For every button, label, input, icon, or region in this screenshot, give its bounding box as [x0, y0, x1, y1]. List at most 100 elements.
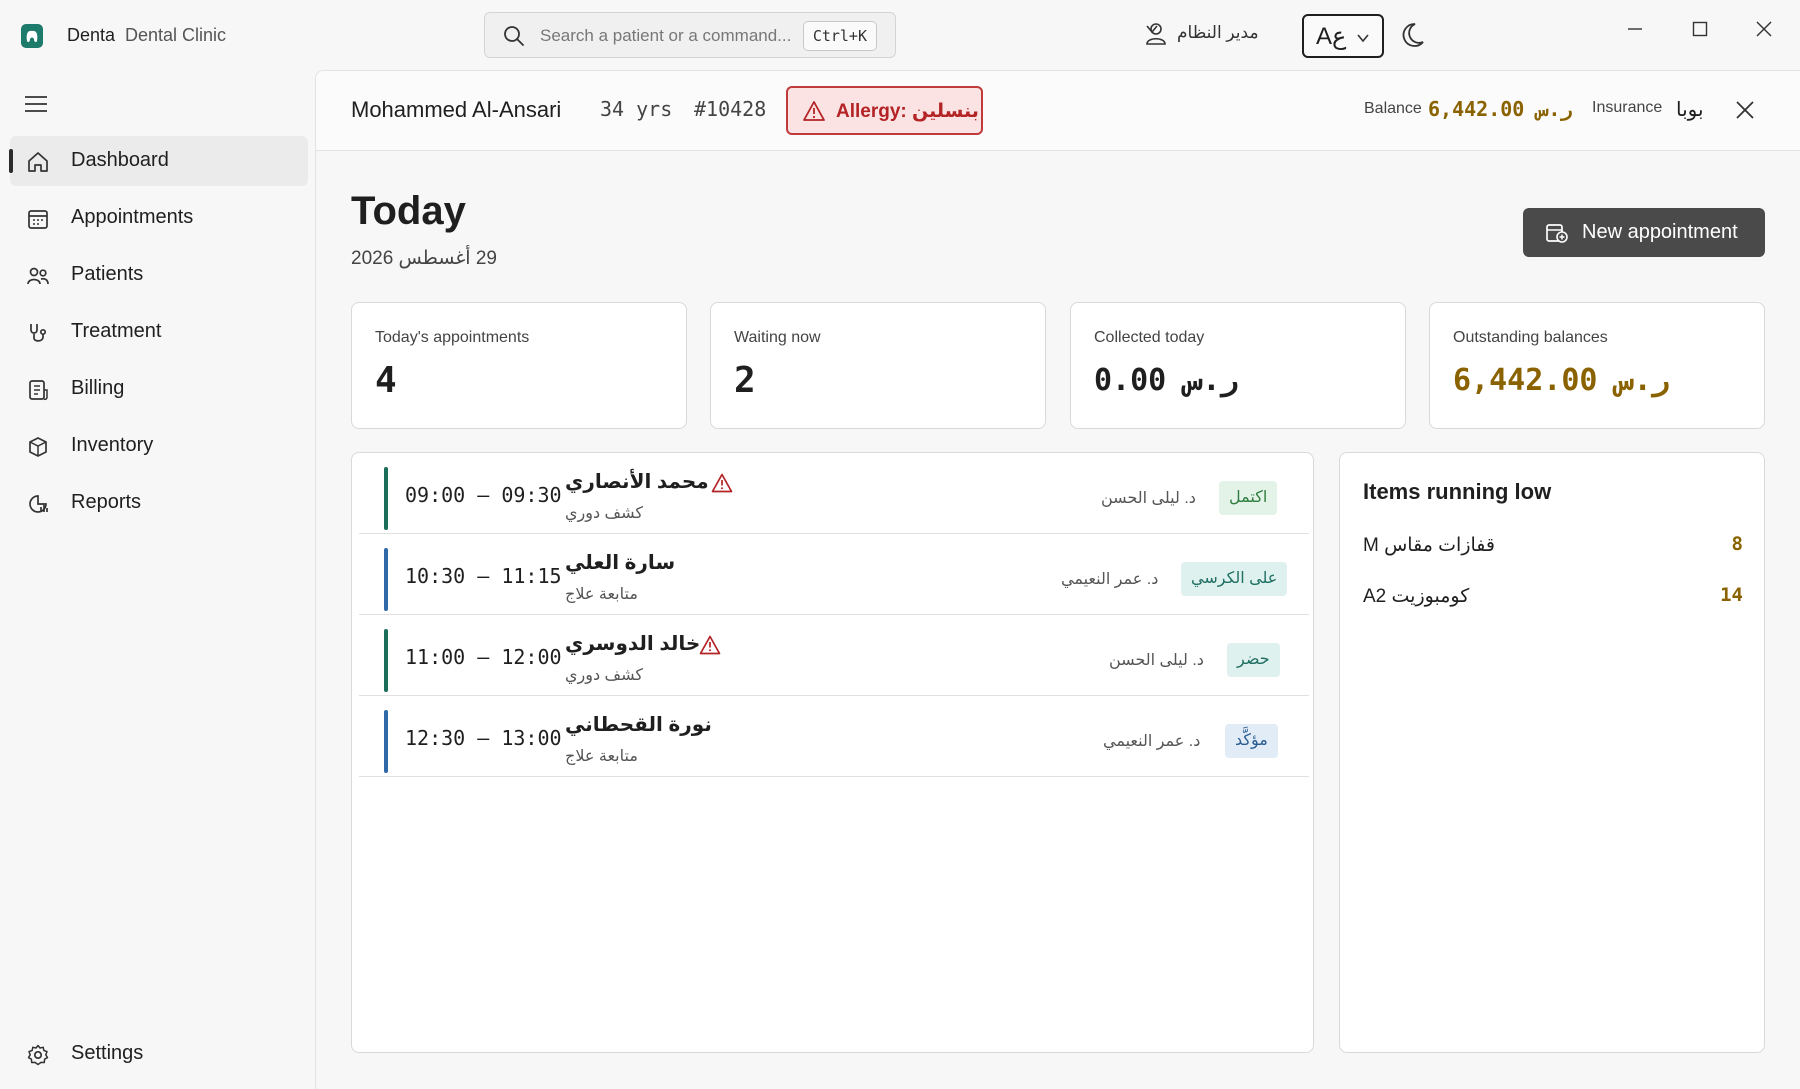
calendar-icon: [28, 210, 48, 229]
appointment-status-badge: على الكرسي: [1181, 562, 1288, 596]
insurance-label: Insurance: [1592, 99, 1663, 116]
appointment-doctor: د. ليلى الحسن: [1109, 652, 1204, 669]
allergy-badge: Allergy: بنسلين: [786, 86, 983, 135]
people-icon: [27, 267, 49, 285]
stethoscope-icon: [30, 324, 47, 342]
appointment-time: 10:30 – 11:15: [405, 564, 562, 588]
new-appointment-label: New appointment: [1582, 221, 1738, 243]
appointment-status-bar: [384, 629, 388, 692]
calendar-add-icon: [1546, 224, 1568, 243]
low-stock-item[interactable]: قفازات مقاس M 8: [1363, 531, 1743, 561]
low-stock-item-name: كومبوزيت A2: [1363, 586, 1470, 607]
low-stock-item-qty: 8: [1731, 533, 1743, 555]
low-stock-title: Items running low: [1363, 479, 1552, 504]
minimize-icon: [1628, 28, 1642, 30]
appointment-row[interactable]: 10:30 – 11:15 سارة العلي متابعة علاج د. …: [359, 534, 1309, 615]
sidebar-item-appointments[interactable]: Appointments: [10, 193, 308, 243]
warning-icon: [803, 101, 825, 121]
chevron-down-icon: [1146, 25, 1158, 34]
home-icon: [28, 152, 48, 172]
balance-label: Balance: [1364, 100, 1422, 117]
stat-label: Waiting now: [734, 329, 821, 346]
appointment-patient: خالد الدوسري: [565, 633, 701, 655]
sidebar-item-label: Inventory: [71, 434, 154, 456]
appointment-row[interactable]: 11:00 – 12:00 خالد الدوسري كشف دوري د. ل…: [359, 615, 1309, 696]
user-name: مدير النظام: [1177, 23, 1259, 42]
sidebar-item-patients[interactable]: Patients: [10, 250, 308, 300]
language-button[interactable]: Aع: [1302, 14, 1384, 58]
minimize-button[interactable]: [1620, 14, 1650, 44]
maximize-icon: [1692, 21, 1708, 37]
close-icon[interactable]: [1734, 99, 1756, 121]
appointment-patient: نورة القحطاني: [565, 714, 712, 736]
appointment-status-bar: [384, 467, 388, 530]
appointment-doctor: د. ليلى الحسن: [1101, 490, 1196, 507]
low-stock-item-qty: 14: [1720, 584, 1743, 606]
stat-label: Today's appointments: [375, 329, 530, 346]
appointment-doctor: د. عمر النعيمي: [1103, 733, 1201, 750]
search-shortcut: Ctrl+K: [802, 21, 877, 51]
app-subtitle: Dental Clinic: [125, 25, 227, 45]
appointment-patient: محمد الأنصاري: [565, 471, 709, 493]
patient-name[interactable]: Mohammed Al-Ansari: [351, 97, 561, 123]
appointment-doctor: د. عمر النعيمي: [1061, 571, 1159, 588]
low-stock-item[interactable]: كومبوزيت A2 14: [1363, 582, 1743, 612]
app-logo-icon: [21, 24, 43, 48]
sidebar-item-label: Dashboard: [71, 149, 169, 171]
appointment-type: متابعة علاج: [565, 748, 638, 765]
appointments-list: 09:00 – 09:30 محمد الأنصاري كشف دوري د. …: [351, 452, 1314, 1053]
sidebar-item-treatment[interactable]: Treatment: [10, 307, 308, 357]
appointment-type: كشف دوري: [565, 505, 643, 522]
sidebar-item-label: Reports: [71, 491, 142, 513]
chevron-down-icon: [1357, 34, 1369, 43]
stat-value: ر.س 6,442.00: [1453, 363, 1670, 398]
appointment-status-badge: حضر: [1227, 643, 1280, 677]
stat-card-collected: Collected today ر.س 0.00: [1070, 302, 1406, 429]
sidebar-item-inventory[interactable]: Inventory: [10, 421, 308, 471]
sidebar-item-label: Treatment: [71, 320, 162, 342]
new-appointment-button[interactable]: New appointment: [1523, 208, 1765, 257]
appointment-row[interactable]: 12:30 – 13:00 نورة القحطاني متابعة علاج …: [359, 696, 1309, 777]
gear-icon: [27, 1044, 49, 1066]
sidebar-item-label: Appointments: [71, 206, 194, 228]
balance-value: ر.س 6,442.00: [1428, 97, 1573, 121]
stat-label: Collected today: [1094, 329, 1205, 346]
page-title: Today: [351, 189, 466, 233]
receipt-icon: [29, 380, 48, 401]
main-panel: Mohammed Al-Ansari 34 yrs #10428 Allergy…: [315, 70, 1800, 1089]
sidebar-item-dashboard[interactable]: Dashboard: [9, 136, 308, 186]
stat-label: Outstanding balances: [1453, 329, 1608, 346]
warning-icon: [711, 473, 733, 493]
appointment-status-bar: [384, 548, 388, 611]
stat-card-outstanding: Outstanding balances ر.س 6,442.00: [1429, 302, 1765, 429]
moon-icon[interactable]: [1398, 20, 1426, 50]
patient-age: 34 yrs: [600, 97, 673, 121]
appointment-type: متابعة علاج: [565, 586, 638, 603]
sidebar-item-billing[interactable]: Billing: [10, 364, 308, 414]
box-icon: [29, 437, 47, 457]
appointment-row[interactable]: 09:00 – 09:30 محمد الأنصاري كشف دوري د. …: [359, 453, 1309, 534]
patient-context-bar: Mohammed Al-Ansari 34 yrs #10428 Allergy…: [316, 71, 1800, 151]
menu-icon[interactable]: [24, 94, 48, 114]
stat-value: 4: [375, 360, 397, 401]
warning-icon: [699, 635, 721, 655]
sidebar-item-label: Settings: [71, 1042, 144, 1064]
maximize-button[interactable]: [1685, 14, 1715, 44]
language-icon: Aع: [1316, 23, 1347, 50]
low-stock-panel: Items running low قفازات مقاس M 8 كومبوز…: [1339, 452, 1765, 1053]
sidebar-item-settings[interactable]: Settings: [10, 1029, 308, 1079]
close-icon: [1756, 21, 1772, 37]
search-input[interactable]: Search a patient or a command...: [540, 26, 791, 46]
insurance-value: بوبا: [1676, 99, 1704, 121]
window-close-button[interactable]: [1749, 14, 1779, 44]
stat-value: ر.س 0.00: [1094, 363, 1239, 398]
stat-value: 2: [734, 360, 756, 401]
low-stock-item-name: قفازات مقاس M: [1363, 535, 1495, 556]
chart-icon: [29, 495, 48, 513]
appointment-status-badge: اكتمل: [1219, 481, 1278, 515]
sidebar-item-reports[interactable]: Reports: [10, 478, 308, 528]
appointment-status-bar: [384, 710, 388, 773]
sidebar-item-label: Billing: [71, 377, 125, 399]
allergy-text: Allergy: بنسلين: [836, 101, 979, 122]
search-box[interactable]: Search a patient or a command... Ctrl+K: [484, 12, 896, 58]
